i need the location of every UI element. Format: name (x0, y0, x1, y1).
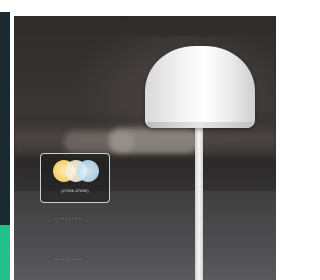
lamp-shade-rim (147, 122, 253, 128)
pillow-right (109, 128, 199, 154)
color-temperature-badge: (2700K-5700K) (40, 153, 110, 203)
product-photo: (2700K-5700K) .......... .......... (14, 16, 276, 280)
page: (2700K-5700K) .......... .......... (0, 0, 276, 280)
accent-stripe (0, 225, 10, 280)
color-temperature-label: (2700K-5700K) (61, 188, 89, 193)
dotted-marker-lower: .......... (54, 255, 84, 262)
lamp-shade (145, 46, 255, 128)
lamp-stem (195, 128, 203, 280)
color-temperature-circles (53, 160, 99, 186)
cool-light-circle (77, 160, 99, 182)
dotted-marker-upper: .......... (54, 214, 84, 221)
top-margin (0, 0, 276, 12)
floor (14, 191, 276, 280)
